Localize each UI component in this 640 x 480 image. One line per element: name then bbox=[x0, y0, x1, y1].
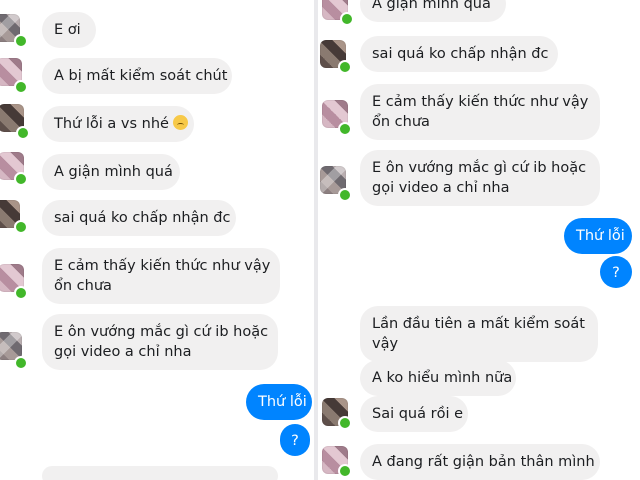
message-text-line: E ôn vướng mắc gì cứ ib hoặc bbox=[54, 324, 269, 340]
received-message: Thứ lỗi a vs nhé bbox=[42, 106, 194, 142]
message-text: A giận mình quá bbox=[372, 0, 491, 12]
message-text-line: ổn chưa bbox=[54, 278, 112, 294]
message-text: A ko hiểu mình nữa bbox=[372, 370, 513, 386]
received-message: E ơi bbox=[42, 12, 96, 48]
message-text-line: gọi video a chỉ nha bbox=[372, 180, 510, 196]
received-message: A đang rất giận bản thân mình bbox=[360, 444, 600, 480]
message-text: A đang rất giận bản thân mình bbox=[372, 454, 595, 470]
message-text-line: ổn chưa bbox=[372, 114, 430, 130]
online-status-dot bbox=[340, 12, 354, 26]
chat-screenshot-left: E ơi A bị mất kiểm soát chút Thứ lỗi a v… bbox=[0, 0, 314, 480]
received-message: A giận mình quá bbox=[360, 0, 506, 22]
message-text: sai quá ko chấp nhận đc bbox=[54, 210, 231, 226]
message-text-line: vậy bbox=[372, 336, 399, 352]
message-text: E ơi bbox=[54, 22, 81, 38]
received-message: E ôn vướng mắc gì cứ ib hoặc gọi video a… bbox=[42, 314, 278, 370]
sad-face-emoji bbox=[172, 115, 188, 130]
message-text-line: E ôn vướng mắc gì cứ ib hoặc bbox=[372, 160, 587, 176]
sent-message: Thứ lỗi bbox=[564, 218, 632, 254]
received-message: sai quá ko chấp nhận đc bbox=[42, 200, 236, 236]
online-status-dot bbox=[14, 286, 28, 300]
received-message: E ôn vướng mắc gì cứ ib hoặc gọi video a… bbox=[360, 150, 600, 206]
online-status-dot bbox=[338, 464, 352, 478]
message-text: Thứ lỗi bbox=[258, 394, 307, 410]
sent-message: ? bbox=[280, 424, 310, 456]
received-message: E cảm thấy kiến thức như vậy ổn chưa bbox=[42, 248, 280, 304]
online-status-dot bbox=[14, 356, 28, 370]
received-message: A bị mất kiểm soát chút bbox=[42, 58, 232, 94]
online-status-dot bbox=[338, 60, 352, 74]
message-text: Thứ lỗi a vs nhé bbox=[54, 116, 169, 132]
received-message: A ko hiểu mình nữa bbox=[360, 360, 516, 396]
message-text-line: E cảm thấy kiến thức như vậy bbox=[54, 258, 271, 274]
online-status-dot bbox=[14, 220, 28, 234]
message-text: sai quá ko chấp nhận đc bbox=[372, 46, 549, 62]
message-text: Sai quá rồi e bbox=[372, 406, 464, 422]
message-text-line: E cảm thấy kiến thức như vậy bbox=[372, 94, 589, 110]
online-status-dot bbox=[14, 34, 28, 48]
online-status-dot bbox=[14, 80, 28, 94]
online-status-dot bbox=[16, 126, 30, 140]
received-message: sai quá ko chấp nhận đc bbox=[360, 36, 558, 72]
received-message-partial bbox=[42, 466, 278, 480]
chat-screenshot-right: A giận mình quá sai quá ko chấp nhận đc … bbox=[318, 0, 640, 480]
message-text: Thứ lỗi bbox=[576, 228, 625, 244]
message-text-line: gọi video a chỉ nha bbox=[54, 344, 192, 360]
sent-message: Thứ lỗi bbox=[246, 384, 312, 420]
online-status-dot bbox=[338, 416, 352, 430]
online-status-dot bbox=[14, 172, 28, 186]
online-status-dot bbox=[338, 122, 352, 136]
message-text: ? bbox=[291, 433, 299, 449]
message-text: A giận mình quá bbox=[54, 164, 173, 180]
message-text: ? bbox=[612, 265, 620, 281]
sent-message: ? bbox=[600, 256, 632, 288]
received-message: Lần đầu tiên a mất kiểm soát vậy bbox=[360, 306, 598, 362]
received-message: Sai quá rồi e bbox=[360, 396, 468, 432]
online-status-dot bbox=[338, 188, 352, 202]
message-text-line: Lần đầu tiên a mất kiểm soát bbox=[372, 316, 585, 332]
message-text: A bị mất kiểm soát chút bbox=[54, 68, 228, 84]
received-message: A giận mình quá bbox=[42, 154, 180, 190]
received-message: E cảm thấy kiến thức như vậy ổn chưa bbox=[360, 84, 600, 140]
